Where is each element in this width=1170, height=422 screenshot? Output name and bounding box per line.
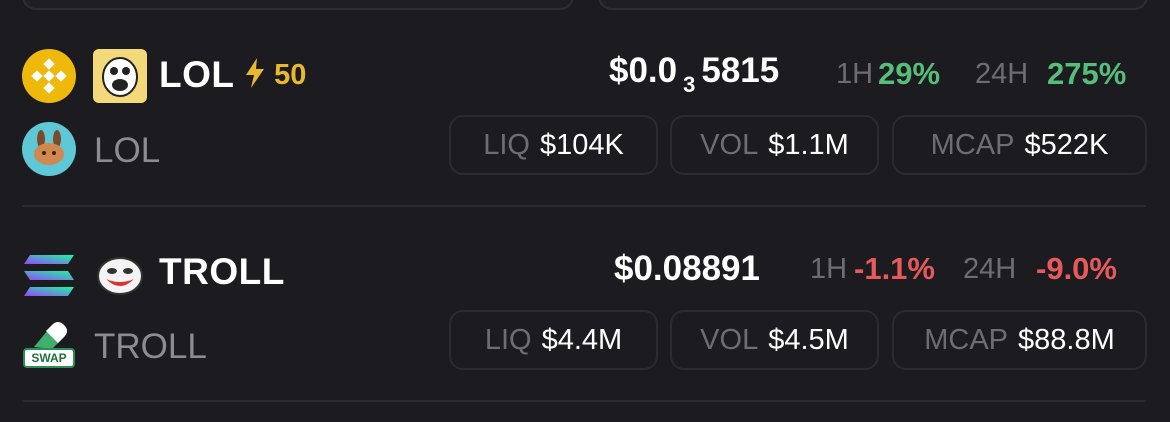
liquidity-value: $4.4M <box>541 323 623 356</box>
liquidity-label: LIQ <box>484 323 532 356</box>
lightning-icon <box>244 58 274 91</box>
change-24h-label: 24H <box>963 253 1017 285</box>
price-prefix: $0.0 <box>609 51 678 90</box>
volume-label: VOL <box>700 128 759 161</box>
market-cap-pill: MCAP $522K <box>892 115 1147 175</box>
volume-pill: VOL $4.5M <box>670 310 879 370</box>
change-1h-label: 1H <box>836 58 874 90</box>
bnb-chain-icon <box>22 49 76 103</box>
token-symbol: TROLL <box>159 251 285 292</box>
market-cap-pill: MCAP $88.8M <box>892 310 1147 370</box>
volume-label: VOL <box>700 323 759 356</box>
volume-value: $1.1M <box>768 128 849 161</box>
liquidity-value: $104K <box>539 128 624 161</box>
boost-badge[interactable]: 50 <box>244 58 306 92</box>
volume-value: $4.5M <box>768 323 849 356</box>
solana-icon <box>22 249 76 303</box>
change-1h-value: 29% <box>878 56 941 91</box>
market-cap-value: $522K <box>1024 128 1109 161</box>
market-cap-label: MCAP <box>930 128 1015 161</box>
market-cap-value: $88.8M <box>1018 323 1115 356</box>
token-symbol: LOL <box>159 54 235 95</box>
liquidity-pill: LIQ $4.4M <box>449 310 658 370</box>
change-1h-label: 1H <box>810 253 848 285</box>
token-price: $0.0 3 5815 <box>609 51 779 98</box>
row-divider <box>22 400 1146 402</box>
price-zero-count: 3 <box>683 72 696 97</box>
trollface-icon <box>93 249 147 303</box>
price-digits: 5815 <box>701 51 780 90</box>
liquidity-pill: LIQ $104K <box>449 115 658 175</box>
change-1h-value: -1.1% <box>854 251 935 286</box>
volume-pill: VOL $1.1M <box>670 115 879 175</box>
boost-count: 50 <box>274 59 307 91</box>
trollface-meme-icon <box>93 49 147 103</box>
liquidity-label: LIQ <box>483 128 530 161</box>
token-row-troll[interactable]: TROLL SWAP TROLL $0.08891 1H -1.1% 24H -… <box>0 207 1170 400</box>
change-24h-value: 275% <box>1047 56 1127 91</box>
change-24h-label: 24H <box>975 58 1029 90</box>
change-24h-value: -9.0% <box>1036 251 1117 286</box>
token-price: $0.08891 <box>614 249 760 288</box>
market-cap-label: MCAP <box>924 323 1009 356</box>
token-row-lol[interactable]: LOL 50 LOL $0.0 3 5815 1H 29% 24H 275% LIQ… <box>0 0 1170 205</box>
